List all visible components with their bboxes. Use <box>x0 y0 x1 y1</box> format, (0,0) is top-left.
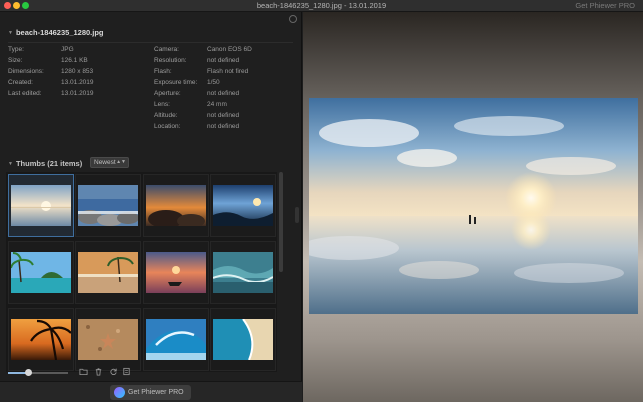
thumbs-count-label: Thumbs (21 items) <box>15 159 83 168</box>
info-key: Flash: <box>154 68 172 75</box>
thumbnail-image[interactable] <box>11 185 71 226</box>
info-value: 1280 x 853 <box>61 68 94 75</box>
thumbnail-image[interactable] <box>213 319 273 360</box>
thumbnail-item[interactable] <box>210 308 276 371</box>
thumb-size-slider[interactable] <box>8 369 68 376</box>
info-value: not defined <box>207 57 240 64</box>
sort-order-select[interactable]: Newest ▲▼ <box>90 157 129 168</box>
rotate-icon[interactable] <box>109 367 118 376</box>
thumbnail-item[interactable] <box>8 241 74 304</box>
info-value: not defined <box>207 90 240 97</box>
file-name: beach-1846235_1280.jpg <box>15 28 104 37</box>
thumbnail-image[interactable] <box>146 319 206 360</box>
info-value: 13.01.2019 <box>61 90 94 97</box>
info-key: Size: <box>8 57 23 64</box>
info-value: Canon EOS 6D <box>207 46 252 53</box>
info-key: Location: <box>154 123 181 130</box>
thumbnail-image[interactable] <box>146 185 206 226</box>
panel-resize-handle[interactable] <box>295 207 299 223</box>
get-pro-button-label: Get Phiewer PRO <box>128 389 184 396</box>
thumbnail-image[interactable] <box>11 252 71 293</box>
info-row-created: Created: 13.01.2019 <box>8 77 94 88</box>
info-key: Dimensions: <box>8 68 44 75</box>
info-row-aperture: Aperture: not defined <box>154 88 252 99</box>
info-row-dimensions: Dimensions: 1280 x 853 <box>8 66 94 77</box>
info-value: 1/50 <box>207 79 220 86</box>
info-value: JPG <box>61 46 74 53</box>
trash-icon[interactable] <box>94 367 103 376</box>
info-value: not defined <box>207 123 240 130</box>
sidebar-panel: ▼ beach-1846235_1280.jpg Type: JPG Size: 12… <box>0 12 302 402</box>
info-row-resolution: Resolution: not defined <box>154 55 252 66</box>
thumbnail-item[interactable] <box>75 174 141 237</box>
thumbnail-image[interactable] <box>78 185 138 226</box>
window-title: beach-1846235_1280.jpg - 13.01.2019 <box>256 1 387 10</box>
info-key: Created: <box>8 79 33 86</box>
thumbnail-grid <box>6 172 277 372</box>
info-value: Flash not fired <box>207 68 249 75</box>
disclosure-triangle-icon: ▼ <box>8 30 13 36</box>
info-key: Altitude: <box>154 112 178 119</box>
settings-icon[interactable] <box>289 15 297 23</box>
info-row-lens: Lens: 24 mm <box>154 99 252 110</box>
image-viewer[interactable] <box>303 12 643 402</box>
info-key: Type: <box>8 46 24 53</box>
thumbnail-item[interactable] <box>8 308 74 371</box>
phiewer-logo-icon <box>114 387 125 398</box>
info-value: not defined <box>207 112 240 119</box>
thumbnail-image[interactable] <box>213 252 273 293</box>
info-key: Lens: <box>154 101 170 108</box>
info-row-altitude: Altitude: not defined <box>154 110 252 121</box>
thumbnail-item[interactable] <box>75 241 141 304</box>
info-value: 126.1 KB <box>61 57 88 64</box>
slider-knob[interactable] <box>24 369 32 376</box>
info-key: Camera: <box>154 46 179 53</box>
info-key: Last edited: <box>8 90 42 97</box>
info-row-location: Location: not defined <box>154 121 252 132</box>
thumbnail-item[interactable] <box>143 308 209 371</box>
info-left-column: Type: JPG Size: 126.1 KB Dimensions: 1280 x… <box>8 44 94 99</box>
thumbnail-item[interactable] <box>210 241 276 304</box>
thumbnail-image[interactable] <box>11 319 71 360</box>
thumbnail-item[interactable] <box>143 174 209 237</box>
title-bar: beach-1846235_1280.jpg - 13.01.2019 Get … <box>0 0 643 12</box>
bottom-bar: Get Phiewer PRO <box>0 381 302 402</box>
info-key: Exposure time: <box>154 79 198 86</box>
thumbnail-item[interactable] <box>8 174 74 237</box>
get-pro-button[interactable]: Get Phiewer PRO <box>110 385 191 400</box>
thumbnail-item[interactable] <box>210 174 276 237</box>
info-row-camera: Camera: Canon EOS 6D <box>154 44 252 55</box>
thumbnail-image[interactable] <box>78 252 138 293</box>
folder-icon[interactable] <box>79 367 88 376</box>
info-key: Resolution: <box>154 57 187 64</box>
info-row-size: Size: 126.1 KB <box>8 55 94 66</box>
info-key: Aperture: <box>154 90 181 97</box>
thumbnail-scrollbar[interactable] <box>279 172 283 272</box>
thumbnail-image[interactable] <box>78 319 138 360</box>
info-value: 24 mm <box>207 101 227 108</box>
stepper-arrows-icon: ▲▼ <box>116 159 126 165</box>
thumbnail-item[interactable] <box>143 241 209 304</box>
thumbnail-item[interactable] <box>75 308 141 371</box>
info-value: 13.01.2019 <box>61 79 94 86</box>
divider <box>8 42 293 43</box>
info-row-last-edited: Last edited: 13.01.2019 <box>8 88 94 99</box>
thumbs-section-header[interactable]: ▼ Thumbs (21 items) <box>8 158 82 170</box>
info-right-column: Camera: Canon EOS 6D Resolution: not defin… <box>154 44 252 132</box>
file-info-header[interactable]: ▼ beach-1846235_1280.jpg <box>8 28 104 37</box>
get-pro-link[interactable]: Get Phiewer PRO <box>575 1 635 10</box>
disclosure-triangle-icon: ▼ <box>8 161 13 167</box>
thumbnail-image[interactable] <box>146 252 206 293</box>
thumbnail-image[interactable] <box>213 185 273 226</box>
copy-icon[interactable] <box>122 367 131 376</box>
info-row-type: Type: JPG <box>8 44 94 55</box>
info-row-exposure: Exposure time: 1/50 <box>154 77 252 88</box>
main-photo[interactable] <box>309 98 638 314</box>
info-row-flash: Flash: Flash not fired <box>154 66 252 77</box>
sort-order-value: Newest <box>94 159 116 166</box>
